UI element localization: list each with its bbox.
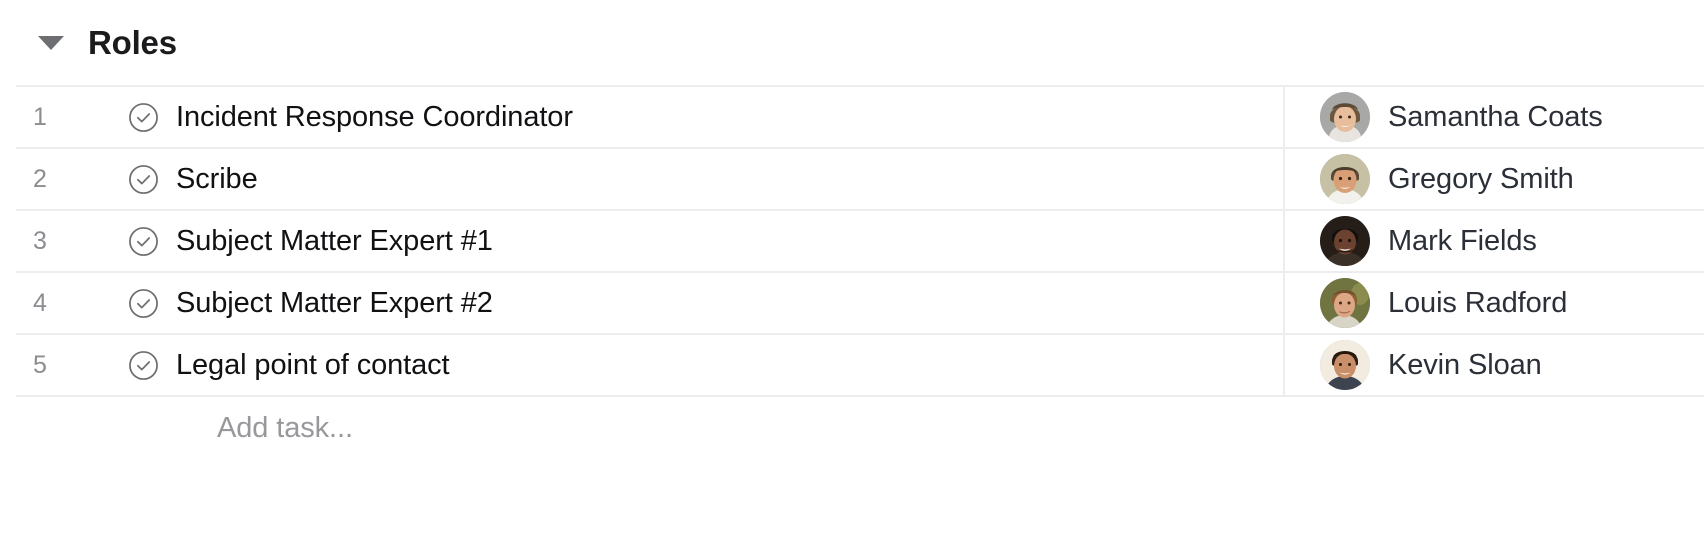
row-number: 2 — [33, 164, 47, 193]
avatar — [1320, 278, 1370, 328]
table-row[interactable]: 5 Legal point of contact Kevin Sloan — [16, 335, 1704, 397]
task-title[interactable]: Subject Matter Expert #1 — [176, 225, 1284, 258]
assignee-name: Louis Radford — [1388, 286, 1568, 319]
avatar — [1320, 340, 1370, 390]
task-title[interactable]: Subject Matter Expert #2 — [176, 287, 1284, 320]
page-title: Roles — [88, 24, 177, 61]
assignee-name: Samantha Coats — [1388, 100, 1603, 133]
assignee-name: Gregory Smith — [1388, 162, 1574, 195]
row-number: 4 — [33, 288, 47, 317]
check-circle-icon[interactable] — [128, 288, 159, 319]
add-task-input[interactable]: Add task... — [217, 412, 353, 445]
avatar — [1320, 216, 1370, 266]
assignee-cell[interactable]: Louis Radford — [1284, 278, 1704, 328]
avatar-image — [1320, 92, 1370, 142]
task-list-board: Roles 1 Incident Response Coordinator Sa… — [0, 0, 1704, 544]
task-title[interactable]: Legal point of contact — [176, 349, 1284, 382]
add-task-row[interactable]: Add task... — [16, 397, 1704, 459]
task-title[interactable]: Scribe — [176, 163, 1284, 196]
avatar-image — [1320, 278, 1370, 328]
assignee-name: Mark Fields — [1388, 224, 1537, 257]
assignee-cell[interactable]: Samantha Coats — [1284, 92, 1704, 142]
task-complete-cell — [50, 350, 176, 381]
row-number: 3 — [33, 226, 47, 255]
task-complete-cell — [50, 164, 176, 195]
row-number: 1 — [33, 102, 47, 131]
check-circle-icon[interactable] — [128, 350, 159, 381]
avatar — [1320, 92, 1370, 142]
avatar-image — [1320, 216, 1370, 266]
avatar-image — [1320, 340, 1370, 390]
task-complete-cell — [50, 226, 176, 257]
avatar-image — [1320, 154, 1370, 204]
check-circle-icon[interactable] — [128, 164, 159, 195]
check-circle-icon[interactable] — [128, 102, 159, 133]
section-header: Roles — [0, 0, 1704, 85]
task-complete-cell — [50, 102, 176, 133]
task-complete-cell — [50, 288, 176, 319]
avatar — [1320, 154, 1370, 204]
row-number: 5 — [33, 350, 47, 379]
task-title[interactable]: Incident Response Coordinator — [176, 101, 1284, 134]
assignee-cell[interactable]: Gregory Smith — [1284, 154, 1704, 204]
table-row[interactable]: 2 Scribe Gregory Smith — [16, 149, 1704, 211]
table-row[interactable]: 1 Incident Response Coordinator Samantha… — [16, 87, 1704, 149]
table-row[interactable]: 3 Subject Matter Expert #1 Mark Fields — [16, 211, 1704, 273]
check-circle-icon[interactable] — [128, 226, 159, 257]
assignee-name: Kevin Sloan — [1388, 348, 1542, 381]
task-table: 1 Incident Response Coordinator Samantha… — [16, 85, 1704, 459]
table-row[interactable]: 4 Subject Matter Expert #2 Louis Radford — [16, 273, 1704, 335]
chevron-down-icon[interactable] — [38, 35, 64, 50]
assignee-cell[interactable]: Kevin Sloan — [1284, 340, 1704, 390]
assignee-cell[interactable]: Mark Fields — [1284, 216, 1704, 266]
